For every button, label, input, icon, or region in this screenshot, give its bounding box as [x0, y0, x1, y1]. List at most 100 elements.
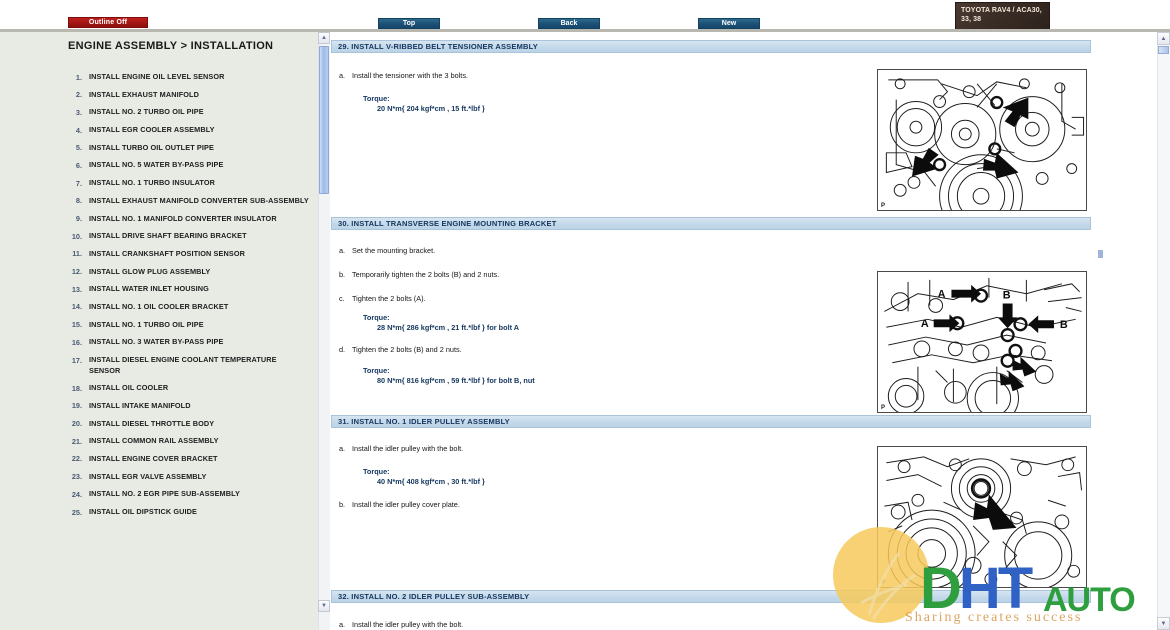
sidebar-item-label: INSTALL NO. 2 EGR PIPE SUB-ASSEMBLY	[89, 489, 240, 499]
sidebar-item-14[interactable]: 14. INSTALL NO. 1 OIL COOLER BRACKET	[62, 302, 310, 313]
sidebar-item-number: 8.	[75, 196, 82, 206]
torque-label-29: Torque:	[363, 94, 390, 103]
sidebar-item-label: INSTALL NO. 2 TURBO OIL PIPE	[89, 107, 204, 117]
sidebar-scroll-down-icon[interactable]: ▼	[318, 600, 330, 612]
step-30-b: b. Temporarily tighten the 2 bolts (B) an…	[339, 269, 499, 280]
step-text: Install the tensioner with the 3 bolts.	[352, 71, 469, 80]
step-text: Tighten the 2 bolts (A).	[352, 294, 426, 303]
step-text: Install the idler pulley with the bolt.	[352, 444, 464, 453]
step-32-a: a. Install the idler pulley with the bolt…	[339, 619, 463, 630]
figure-label-b2: B	[1060, 319, 1068, 331]
sidebar-item-label: INSTALL EGR COOLER ASSEMBLY	[89, 125, 215, 135]
sidebar-item-label: INSTALL EXHAUST MANIFOLD	[89, 89, 199, 99]
sidebar-item-label: INSTALL OIL DIPSTICK GUIDE	[89, 507, 198, 516]
step-text: Temporarily tighten the 2 bolts (B) and …	[352, 270, 500, 279]
step-31-b: b. Install the idler pulley cover plate.	[339, 499, 460, 510]
sidebar-item-label: INSTALL EGR VALVE ASSEMBLY	[89, 471, 207, 481]
sidebar-item-6[interactable]: 6. INSTALL NO. 5 WATER BY-PASS PIPE	[62, 160, 310, 171]
sidebar-item-number: 22.	[71, 454, 82, 464]
sidebar-item-label: INSTALL ENGINE OIL LEVEL SENSOR	[89, 72, 225, 81]
step-text: Tighten the 2 bolts (B) and 2 nuts.	[352, 345, 462, 354]
figure-marker-29: P	[881, 203, 886, 209]
sidebar-item-number: 3.	[75, 107, 82, 117]
section-heading-29: 29. INSTALL V-RIBBED BELT TENSIONER ASSE…	[331, 40, 1091, 53]
step-letter: a.	[339, 444, 346, 453]
sidebar-item-number: 19.	[71, 401, 82, 411]
sidebar-item-label: INSTALL NO. 5 WATER BY-PASS PIPE	[89, 160, 224, 170]
sidebar-item-number: 25.	[71, 507, 82, 517]
sidebar-item-label: INSTALL OIL COOLER	[89, 383, 169, 393]
torque-label-31: Torque:	[363, 467, 390, 476]
content-scrollbar-track[interactable]	[1157, 32, 1170, 630]
figure-label-a1: A	[938, 289, 946, 301]
content-panel: 29. INSTALL V-RIBBED BELT TENSIONER ASSE…	[331, 33, 1159, 630]
sidebar-item-24[interactable]: 24. INSTALL NO. 2 EGR PIPE SUB-ASSEMBLY	[62, 489, 310, 500]
content-scroll-up-icon[interactable]: ▲	[1157, 32, 1170, 45]
sidebar-item-15[interactable]: 15. INSTALL NO. 1 TURBO OIL PIPE	[62, 320, 310, 331]
step-text: Install the idler pulley cover plate.	[352, 500, 460, 509]
sidebar-item-label: INSTALL ENGINE COVER BRACKET	[89, 453, 218, 463]
sidebar-item-label: INSTALL NO. 1 TURBO INSULATOR	[89, 178, 216, 188]
nav-new-button[interactable]: New	[698, 18, 760, 29]
sidebar-item-number: 21.	[71, 436, 82, 446]
nav-top-button[interactable]: Top	[378, 18, 440, 29]
outline-off-button[interactable]: Outline Off	[68, 17, 148, 28]
sidebar-item-17[interactable]: 17. INSTALL DIESEL ENGINE COOLANT TEMPERA…	[62, 355, 310, 376]
figure-mounting-bracket: A A B B P	[877, 271, 1087, 413]
sidebar-scrollbar-thumb[interactable]	[319, 46, 329, 194]
step-30-a: a. Set the mounting bracket.	[339, 245, 435, 256]
sidebar-item-2[interactable]: 2. INSTALL EXHAUST MANIFOLD	[62, 90, 310, 101]
sidebar-item-number: 16.	[71, 337, 82, 347]
sidebar-item-number: 2.	[75, 90, 82, 100]
sidebar-item-number: 14.	[71, 302, 82, 312]
sidebar-item-18[interactable]: 18. INSTALL OIL COOLER	[62, 383, 310, 394]
sidebar-item-label: INSTALL DIESEL THROTTLE BODY	[89, 418, 215, 428]
step-letter: a.	[339, 246, 346, 255]
sidebar-item-11[interactable]: 11. INSTALL CRANKSHAFT POSITION SENSOR	[62, 249, 310, 260]
torque-value-29: 20 N*m{ 204 kgf*cm , 15 ft.*lbf }	[377, 104, 485, 113]
sidebar-item-25[interactable]: 25. INSTALL OIL DIPSTICK GUIDE	[62, 507, 310, 518]
sidebar-item-10[interactable]: 10. INSTALL DRIVE SHAFT BEARING BRACKET	[62, 231, 310, 242]
sidebar-item-label: INSTALL NO. 1 MANIFOLD CONVERTER INSULAT…	[89, 213, 277, 223]
sidebar-item-number: 5.	[75, 143, 82, 153]
sidebar-item-number: 10.	[71, 231, 82, 241]
sidebar-item-21[interactable]: 21. INSTALL COMMON RAIL ASSEMBLY	[62, 436, 310, 447]
step-text: Set the mounting bracket.	[352, 246, 436, 255]
sidebar-item-22[interactable]: 22. INSTALL ENGINE COVER BRACKET	[62, 454, 310, 465]
sidebar-item-13[interactable]: 13. INSTALL WATER INLET HOUSING	[62, 284, 310, 295]
sidebar-item-16[interactable]: 16. INSTALL NO. 3 WATER BY-PASS PIPE	[62, 337, 310, 348]
sidebar-item-3[interactable]: 3. INSTALL NO. 2 TURBO OIL PIPE	[62, 107, 310, 118]
sidebar-item-label: INSTALL WATER INLET HOUSING	[89, 284, 209, 294]
sidebar-item-19[interactable]: 19. INSTALL INTAKE MANIFOLD	[62, 401, 310, 412]
sidebar-item-4[interactable]: 4. INSTALL EGR COOLER ASSEMBLY	[62, 125, 310, 136]
torque-label-30-b: Torque:	[363, 366, 390, 375]
step-letter: b.	[339, 500, 346, 509]
table-of-contents: 1. INSTALL ENGINE OIL LEVEL SENSOR 2. INSTA…	[62, 72, 310, 525]
sidebar-item-9[interactable]: 9. INSTALL NO. 1 MANIFOLD CONVERTER INSUL…	[62, 214, 310, 225]
sidebar-item-7[interactable]: 7. INSTALL NO. 1 TURBO INSULATOR	[62, 178, 310, 189]
sidebar-scroll-up-icon[interactable]: ▲	[318, 32, 330, 44]
sidebar-item-23[interactable]: 23. INSTALL EGR VALVE ASSEMBLY	[62, 472, 310, 483]
sidebar-item-5[interactable]: 5. INSTALL TURBO OIL OUTLET PIPE	[62, 143, 310, 154]
sidebar-panel: ENGINE ASSEMBLY > INSTALLATION 1. INSTALL…	[0, 32, 320, 630]
content-scrollbar-thumb[interactable]	[1158, 46, 1169, 54]
sidebar-item-number: 11.	[72, 249, 82, 259]
section-heading-30: 30. INSTALL TRANSVERSE ENGINE MOUNTING B…	[331, 217, 1091, 230]
torque-label-30-a: Torque:	[363, 313, 390, 322]
sidebar-item-label: INSTALL GLOW PLUG ASSEMBLY	[89, 266, 211, 276]
content-scroll-down-icon[interactable]: ▼	[1157, 617, 1170, 630]
figure-idler-pulley: P	[877, 446, 1087, 588]
section-heading-32: 32. INSTALL NO. 2 IDLER PULLEY SUB-ASSEM…	[331, 590, 1091, 603]
sidebar-item-label: INSTALL COMMON RAIL ASSEMBLY	[89, 436, 219, 446]
sidebar-item-label: INSTALL NO. 3 WATER BY-PASS PIPE	[89, 337, 224, 347]
sidebar-item-label: INSTALL NO. 1 TURBO OIL PIPE	[89, 319, 204, 329]
step-letter: a.	[339, 620, 346, 629]
sidebar-item-8[interactable]: 8. INSTALL EXHAUST MANIFOLD CONVERTER SUB…	[62, 196, 310, 207]
sidebar-item-number: 23.	[71, 472, 82, 482]
sidebar-item-20[interactable]: 20. INSTALL DIESEL THROTTLE BODY	[62, 419, 310, 430]
figure-label-a2: A	[921, 318, 929, 330]
sidebar-item-number: 9.	[75, 214, 82, 223]
sidebar-item-12[interactable]: 12. INSTALL GLOW PLUG ASSEMBLY	[62, 267, 310, 278]
sidebar-item-1[interactable]: 1. INSTALL ENGINE OIL LEVEL SENSOR	[62, 72, 310, 83]
nav-back-button[interactable]: Back	[538, 18, 600, 29]
